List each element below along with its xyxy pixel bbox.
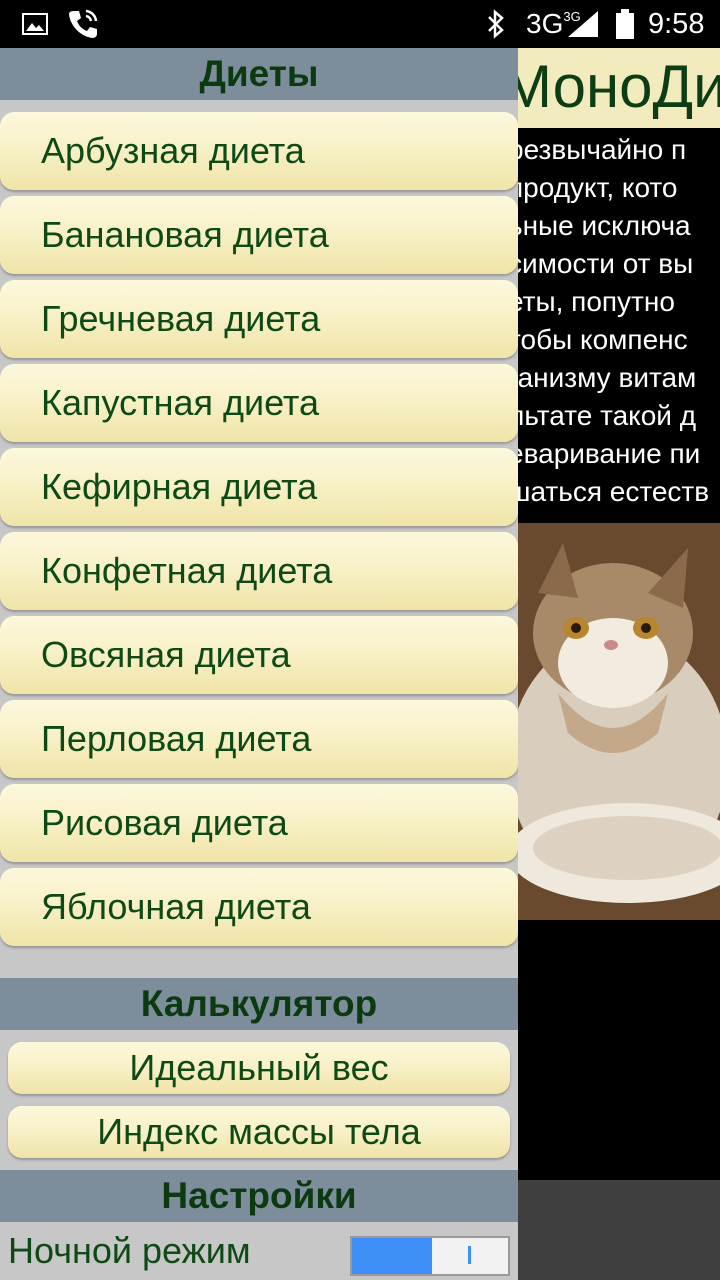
article-line: резвычайно п [508,134,687,165]
article-line: симости от вы [508,248,694,279]
article-line: ьные исключа [508,210,691,241]
diet-item-kefir[interactable]: Кефирная диета [0,448,518,526]
page-title: МоноДи [502,53,720,120]
diet-item-label: Перловая диета [41,718,312,759]
article-line: еты, попутно [508,286,675,317]
diet-item-label: Банановая диета [41,214,329,255]
bluetooth-icon [486,0,506,48]
diet-item-label: Арбузная диета [41,130,305,171]
article-line: льтате такой д [508,400,697,431]
calc-item-label: Идеальный вес [129,1047,389,1088]
wifi-call-icon [66,0,100,48]
diet-item-candy[interactable]: Конфетная диета [0,532,518,610]
diet-item-watermelon[interactable]: Арбузная диета [0,112,518,190]
bottom-bar [518,1180,720,1280]
diet-item-label: Кефирная диета [41,466,318,507]
diet-item-label: Рисовая диета [41,802,288,843]
article-line: продукт, кото [508,172,678,203]
diet-item-cabbage[interactable]: Капустная диета [0,364,518,442]
diet-item-label: Капустная диета [41,382,320,423]
diet-item-oatmeal[interactable]: Овсяная диета [0,616,518,694]
article-line: тобы компенс [508,324,688,355]
toggle-on-indicator [352,1238,432,1274]
bmi-button[interactable]: Индекс массы тела [8,1106,510,1158]
night-mode-label: Ночной режим [8,1230,251,1271]
diet-item-label: Овсяная диета [41,634,291,675]
settings-header-label: Настройки [161,1175,357,1216]
status-bar: 3G 3G 9:58 [0,0,720,48]
article-line: еваривание пи [508,438,701,469]
diet-item-label: Яблочная диета [41,886,311,927]
battery-icon [614,0,636,48]
gallery-icon [22,0,48,48]
diets-header-label: Диеты [199,53,319,94]
diet-item-label: Конфетная диета [41,550,333,591]
night-mode-toggle[interactable] [350,1236,510,1276]
navigation-drawer: Диеты Арбузная диета Банановая диета Гре… [0,48,518,1280]
diets-section-header: Диеты [0,48,518,100]
diet-item-buckwheat[interactable]: Гречневая диета [0,280,518,358]
diet-item-apple[interactable]: Яблочная диета [0,868,518,946]
article-line: ганизму витам [508,362,697,393]
ideal-weight-button[interactable]: Идеальный вес [8,1042,510,1094]
cat-image [518,523,720,920]
night-mode-row: Ночной режим [0,1222,518,1280]
calc-item-label: Индекс массы тела [97,1111,421,1152]
diet-item-barley[interactable]: Перловая диета [0,700,518,778]
calculator-section-header: Калькулятор [0,978,518,1030]
clock: 9:58 [648,7,705,40]
toggle-on-mark-icon [468,1246,471,1264]
signal-icon [566,0,600,48]
diet-item-label: Гречневая диета [41,298,321,339]
calculator-header-label: Калькулятор [140,983,378,1024]
diet-item-banana[interactable]: Банановая диета [0,196,518,274]
article-line: шаться естеств [508,476,710,507]
settings-section-header: Настройки [0,1170,518,1222]
diet-item-rice[interactable]: Рисовая диета [0,784,518,862]
